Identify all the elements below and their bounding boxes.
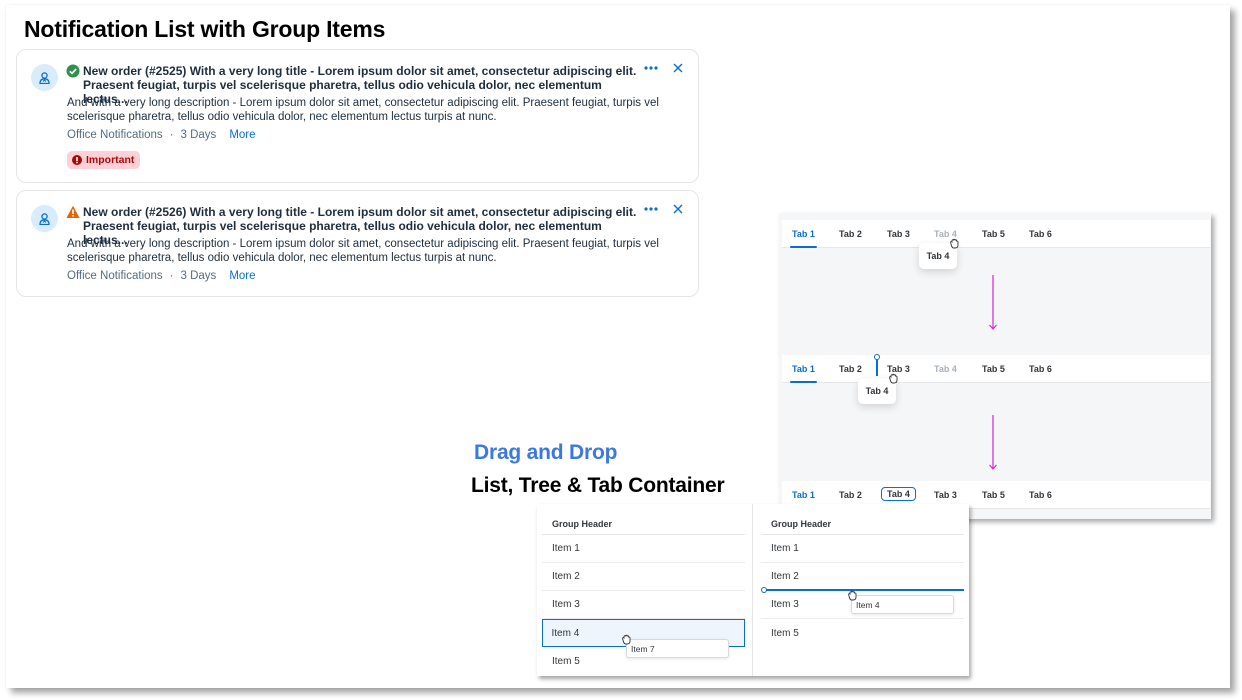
notification-item[interactable]: New order (#2526) With a very long title… (16, 190, 699, 297)
grab-cursor-icon (889, 373, 898, 384)
notification-age: 3 Days (180, 270, 217, 282)
tab-4-dragging[interactable]: Tab 4 (934, 364, 957, 374)
close-icon (673, 204, 683, 214)
close-button[interactable] (670, 60, 686, 76)
tab-container-demo: Tab 1 Tab 2 Tab 3 Tab 4 Tab 5 Tab 6 Tab … (779, 213, 1211, 519)
notification-source: Office Notifications (67, 129, 163, 141)
list-drag-ghost[interactable]: Item 7 (626, 639, 729, 658)
list-target: Group Header Item 1 Item 2 Item 3 Item 5 (761, 504, 964, 647)
notification-item[interactable]: New order (#2525) With a very long title… (16, 49, 699, 183)
drop-position-indicator (764, 589, 964, 591)
tab-bar: Tab 1 Tab 2 Tab 3 Tab 4 Tab 5 Tab 6 (782, 355, 1210, 383)
more-link[interactable]: More (229, 129, 255, 141)
grab-cursor-icon (950, 238, 959, 249)
notification-age: 3 Days (180, 129, 217, 141)
list-item[interactable]: Item 2 (542, 563, 745, 591)
tab-2[interactable]: Tab 2 (839, 364, 862, 374)
tab-6[interactable]: Tab 6 (1029, 229, 1052, 239)
success-status-icon (66, 64, 80, 78)
avatar (31, 205, 58, 232)
tab-2[interactable]: Tab 2 (839, 229, 862, 239)
tab-3[interactable]: Tab 3 (887, 229, 910, 239)
column-divider (752, 504, 753, 676)
list-item[interactable]: Item 3 (542, 591, 745, 619)
more-link[interactable]: More (229, 270, 255, 282)
notification-source: Office Notifications (67, 270, 163, 282)
grab-cursor-icon (848, 590, 857, 601)
drag-drop-title: Drag and Drop (474, 441, 618, 464)
more-horizontal-icon (644, 207, 658, 211)
tab-1[interactable]: Tab 1 (792, 364, 815, 374)
notification-meta: Office Notifications · 3 Days More (67, 129, 256, 141)
user-icon (39, 212, 50, 225)
page-title: Notification List with Group Items (24, 16, 386, 42)
overflow-menu-button[interactable] (643, 201, 659, 217)
meta-separator: · (169, 129, 174, 141)
active-tab-indicator (790, 381, 817, 383)
arrow-down-icon (989, 415, 997, 470)
list-item[interactable]: Item 5 (761, 619, 964, 647)
notification-description: And with a very long description - Lorem… (67, 238, 659, 264)
important-badge: Important (67, 151, 141, 169)
more-horizontal-icon (644, 66, 658, 70)
badge-label: Important (86, 154, 135, 166)
list-drag-demo: Group Header Item 1 Item 2 Item 3 Item 4… (537, 504, 969, 676)
tab-1[interactable]: Tab 1 (792, 490, 815, 500)
tab-6[interactable]: Tab 6 (1029, 364, 1052, 374)
close-icon (673, 63, 683, 73)
warning-status-icon (66, 205, 80, 218)
active-tab-indicator (790, 246, 817, 248)
close-button[interactable] (670, 201, 686, 217)
grab-cursor-icon (622, 634, 631, 645)
tab-3[interactable]: Tab 3 (934, 490, 957, 500)
tab-5[interactable]: Tab 5 (982, 229, 1005, 239)
list-drag-ghost[interactable]: Item 4 (851, 595, 954, 614)
meta-separator: · (169, 270, 174, 282)
tab-6[interactable]: Tab 6 (1029, 490, 1052, 500)
list-item[interactable]: Item 1 (761, 535, 964, 563)
notification-meta: Office Notifications · 3 Days More (67, 270, 256, 282)
notification-description: And with a very long description - Lorem… (67, 97, 659, 123)
overflow-menu-button[interactable] (643, 60, 659, 76)
tab-4-focused[interactable]: Tab 4 (881, 487, 916, 501)
user-icon (39, 71, 50, 84)
list-item[interactable]: Item 2 (761, 563, 964, 591)
arrow-down-icon (989, 275, 997, 330)
tab-bar: Tab 1 Tab 2 Tab 3 Tab 4 Tab 5 Tab 6 (782, 220, 1210, 248)
tab-5[interactable]: Tab 5 (982, 364, 1005, 374)
avatar (31, 64, 58, 91)
drop-position-dot (761, 587, 767, 593)
group-header: Group Header (542, 504, 745, 535)
list-item[interactable]: Item 1 (542, 535, 745, 563)
tab-2[interactable]: Tab 2 (839, 490, 862, 500)
error-icon (72, 155, 82, 165)
drag-drop-subtitle: List, Tree & Tab Container (471, 474, 725, 497)
drop-position-indicator (876, 358, 878, 376)
drop-position-dot (874, 354, 880, 360)
group-header: Group Header (761, 504, 964, 535)
tab-1[interactable]: Tab 1 (792, 229, 815, 239)
tab-5[interactable]: Tab 5 (982, 490, 1005, 500)
